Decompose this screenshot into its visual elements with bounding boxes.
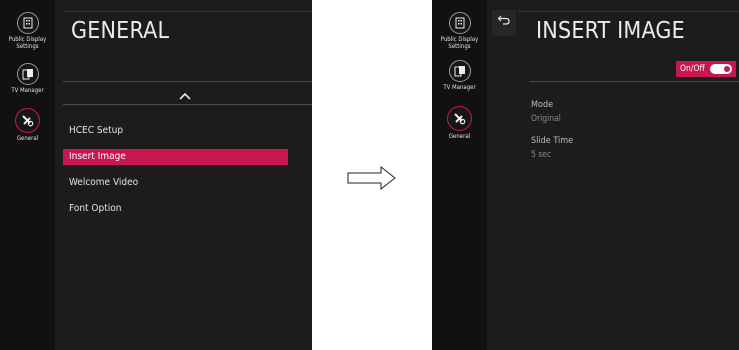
scroll-up-button[interactable]: [178, 86, 192, 100]
sidebar-item-label: TV Manager: [443, 84, 476, 91]
general-settings-icon: [447, 106, 472, 131]
tv-manager-icon: [448, 60, 471, 82]
top-divider: [63, 11, 312, 12]
sidebar-item-label: General: [16, 135, 39, 142]
menu-item-hcec-setup[interactable]: HCEC Setup: [63, 123, 288, 139]
sidebar-item-general[interactable]: General: [0, 108, 55, 142]
divider: [63, 104, 312, 105]
slide-time-value: 5 sec: [531, 150, 552, 160]
page-title: INSERT IMAGE: [536, 18, 685, 44]
menu-item-font-option[interactable]: Font Option: [63, 201, 288, 217]
building-icon: [16, 12, 39, 34]
right-screen: Public Display Settings TV Manager Gener…: [432, 0, 739, 350]
back-button[interactable]: [492, 10, 516, 36]
tv-manager-icon: [16, 63, 39, 85]
top-divider: [518, 11, 739, 12]
sidebar-item-label: Settings: [16, 43, 39, 50]
page-title: GENERAL: [71, 18, 170, 44]
slide-time-label[interactable]: Slide Time: [531, 136, 573, 146]
sidebar-item-tv-manager[interactable]: TV Manager: [432, 60, 487, 91]
sidebar-item-label: Settings: [448, 43, 471, 50]
sidebar-item-label: Public Display: [440, 36, 479, 43]
sidebar-item-label: TV Manager: [11, 87, 44, 94]
general-settings-icon: [15, 108, 40, 133]
sidebar-item-tv-manager[interactable]: TV Manager: [0, 63, 55, 94]
building-icon: [448, 12, 471, 34]
back-arrow-icon: [497, 15, 510, 25]
transition-arrow-icon: [347, 165, 397, 191]
toggle-knob: [724, 66, 730, 72]
divider: [529, 81, 739, 82]
sidebar-item-general[interactable]: General: [432, 106, 487, 140]
menu-item-welcome-video[interactable]: Welcome Video: [63, 175, 288, 191]
sidebar-item-label: General: [448, 133, 471, 140]
sidebar-item-public-display-settings[interactable]: Public Display Settings: [0, 12, 55, 50]
sidebar-item-label: Public Display: [8, 36, 47, 43]
toggle-label: On/Off: [680, 64, 705, 74]
right-sidebar: Public Display Settings TV Manager Gener…: [432, 0, 487, 350]
left-sidebar: Public Display Settings TV Manager Gener…: [0, 0, 55, 350]
toggle-switch: [710, 64, 732, 74]
left-screen: Public Display Settings TV Manager Gener…: [0, 0, 312, 350]
divider: [63, 81, 312, 82]
on-off-toggle[interactable]: On/Off: [676, 61, 736, 77]
mode-value: Original: [531, 114, 561, 124]
menu-item-insert-image[interactable]: Insert Image: [63, 149, 288, 165]
mode-label[interactable]: Mode: [531, 100, 553, 110]
sidebar-item-public-display-settings[interactable]: Public Display Settings: [432, 12, 487, 50]
